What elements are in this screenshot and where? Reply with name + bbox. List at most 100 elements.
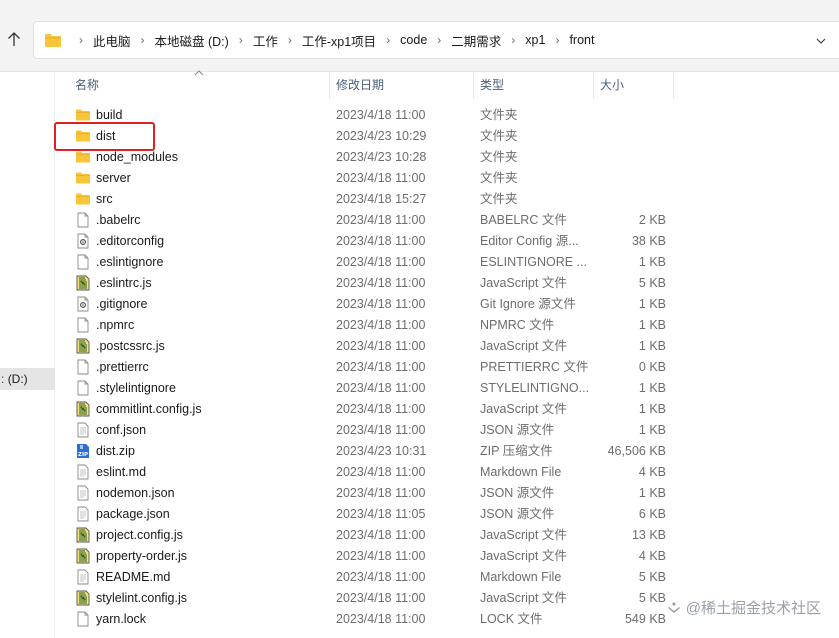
file-size: 5 KB — [638, 591, 666, 605]
column-type[interactable]: 类型 — [477, 72, 591, 99]
file-type: JavaScript 文件 — [480, 402, 567, 416]
file-row[interactable]: package.json 2023/4/18 11:05 JSON 源文件 6 KB — [56, 504, 839, 525]
chevron-right-icon: › — [437, 33, 442, 47]
column-divider[interactable] — [593, 72, 594, 99]
file-date-modified: 2023/4/18 11:00 — [336, 276, 426, 290]
breadcrumb-this-pc[interactable]: 此电脑 — [90, 31, 134, 50]
file-row[interactable]: .gitignore 2023/4/18 11:00 Git Ignore 源文件 1… — [56, 294, 839, 315]
file-type: BABELRC 文件 — [480, 213, 567, 227]
file-row[interactable]: commitlint.config.js 2023/4/18 11:00 JavaS… — [56, 399, 839, 420]
file-row[interactable]: conf.json 2023/4/18 11:00 JSON 源文件 1 KB — [56, 420, 839, 441]
column-divider[interactable] — [473, 72, 474, 99]
file-type: 文件夹 — [480, 129, 518, 143]
file-size: 1 KB — [638, 255, 666, 269]
breadcrumb-work[interactable]: 工作 — [250, 31, 281, 50]
file-row[interactable]: property-order.js 2023/4/18 11:00 JavaScri… — [56, 546, 839, 567]
file-date-modified: 2023/4/18 11:05 — [336, 507, 426, 521]
breadcrumb-xp1[interactable]: xp1 — [522, 33, 548, 47]
address-bar[interactable]: › 此电脑 › 本地磁盘 (D:) › 工作 › 工作-xp1项目 › code… — [33, 21, 839, 59]
file-size: 2 KB — [638, 213, 666, 227]
file-row[interactable]: .prettierrc 2023/4/18 11:00 PRETTIERRC 文件 0… — [56, 357, 839, 378]
file-type: Editor Config 源... — [480, 234, 579, 248]
file-name: stylelint.config.js — [96, 591, 188, 605]
file-date-modified: 2023/4/18 11:00 — [336, 213, 426, 227]
config-file-icon — [75, 296, 91, 312]
file-date-modified: 2023/4/18 11:00 — [336, 528, 426, 542]
file-type: 文件夹 — [480, 192, 518, 206]
file-size: 46,506 KB — [607, 444, 666, 458]
file-row[interactable]: server 2023/4/18 11:00 文件夹 — [56, 168, 839, 189]
chevron-down-icon[interactable] — [815, 35, 827, 47]
file-date-modified: 2023/4/18 11:00 — [336, 486, 426, 500]
js-file-icon — [75, 275, 91, 291]
breadcrumb-phase2[interactable]: 二期需求 — [448, 31, 504, 50]
column-size[interactable]: 大小 — [597, 72, 671, 99]
file-size: 4 KB — [638, 549, 666, 563]
file-row[interactable]: .npmrc 2023/4/18 11:00 NPMRC 文件 1 KB — [56, 315, 839, 336]
file-row[interactable]: dist 2023/4/23 10:29 文件夹 — [56, 126, 839, 147]
juejin-logo-icon — [667, 601, 680, 613]
file-type: JavaScript 文件 — [480, 276, 567, 290]
file-date-modified: 2023/4/18 11:00 — [336, 234, 426, 248]
file-type: JSON 源文件 — [480, 423, 555, 437]
column-header: 名称 修改日期 类型 大小 — [56, 70, 839, 99]
file-name: dist — [96, 129, 116, 143]
file-row[interactable]: .babelrc 2023/4/18 11:00 BABELRC 文件 2 KB — [56, 210, 839, 231]
file-row[interactable]: project.config.js 2023/4/18 11:00 JavaScri… — [56, 525, 839, 546]
nav-item-drive-d[interactable]: : (D:) — [0, 368, 55, 390]
file-row[interactable]: eslint.md 2023/4/18 11:00 Markdown File 4 K… — [56, 462, 839, 483]
file-name: property-order.js — [96, 549, 188, 563]
file-row[interactable]: .postcssrc.js 2023/4/18 11:00 JavaScript 文… — [56, 336, 839, 357]
file-row[interactable]: src 2023/4/18 15:27 文件夹 — [56, 189, 839, 210]
file-date-modified: 2023/4/18 11:00 — [336, 612, 426, 626]
file-type: 文件夹 — [480, 108, 518, 122]
file-row[interactable]: node_modules 2023/4/23 10:28 文件夹 — [56, 147, 839, 168]
file-type: JavaScript 文件 — [480, 549, 567, 563]
file-size: 4 KB — [638, 465, 666, 479]
config-file-icon — [75, 233, 91, 249]
column-divider[interactable] — [673, 72, 674, 99]
file-name: src — [96, 192, 113, 206]
file-row[interactable]: .editorconfig 2023/4/18 11:00 Editor Confi… — [56, 231, 839, 252]
text-file-icon — [75, 506, 91, 522]
file-name: .editorconfig — [96, 234, 165, 248]
blank-file-icon — [75, 611, 91, 627]
file-date-modified: 2023/4/18 11:00 — [336, 381, 426, 395]
file-list: build 2023/4/18 11:00 文件夹 dist 2023/4/23 10:… — [56, 105, 839, 630]
watermark-text: @稀土掘金技术社区 — [685, 600, 821, 617]
file-row[interactable]: .eslintignore 2023/4/18 11:00 ESLINTIGNORE… — [56, 252, 839, 273]
column-divider[interactable] — [329, 72, 330, 99]
address-toolbar: › 此电脑 › 本地磁盘 (D:) › 工作 › 工作-xp1项目 › code… — [0, 0, 839, 72]
file-size: 1 KB — [638, 486, 666, 500]
file-type: JSON 源文件 — [480, 507, 555, 521]
file-size: 38 KB — [631, 234, 666, 248]
file-name: conf.json — [96, 423, 147, 437]
nav-item-label: (D:) — [7, 372, 28, 386]
file-row[interactable]: ZIP dist.zip 2023/4/23 10:31 ZIP 压缩文件 46,506… — [56, 441, 839, 462]
file-size: 0 KB — [638, 360, 666, 374]
file-row[interactable]: .stylelintignore 2023/4/18 11:00 STYLELINT… — [56, 378, 839, 399]
file-row[interactable]: README.md 2023/4/18 11:00 Markdown File 5 K… — [56, 567, 839, 588]
file-type: ZIP 压缩文件 — [480, 444, 553, 458]
chevron-right-icon: › — [386, 33, 391, 47]
blank-file-icon — [75, 359, 91, 375]
breadcrumb-code[interactable]: code — [397, 33, 430, 47]
file-size: 549 KB — [624, 612, 666, 626]
file-name: .npmrc — [96, 318, 135, 332]
column-date-modified[interactable]: 修改日期 — [333, 72, 473, 99]
up-button[interactable] — [4, 28, 24, 50]
file-row[interactable]: nodemon.json 2023/4/18 11:00 JSON 源文件 1 KB — [56, 483, 839, 504]
file-row[interactable]: build 2023/4/18 11:00 文件夹 — [56, 105, 839, 126]
folder-icon — [44, 33, 62, 48]
text-file-icon — [75, 422, 91, 438]
file-date-modified: 2023/4/18 11:00 — [336, 465, 426, 479]
breadcrumb-front[interactable]: front — [566, 33, 597, 47]
breadcrumb-project[interactable]: 工作-xp1项目 — [299, 31, 379, 50]
file-size: 6 KB — [638, 507, 666, 521]
file-size: 1 KB — [638, 297, 666, 311]
file-type: JavaScript 文件 — [480, 339, 567, 353]
breadcrumb-local-disk[interactable]: 本地磁盘 (D:) — [152, 31, 232, 50]
file-row[interactable]: .eslintrc.js 2023/4/18 11:00 JavaScript 文件… — [56, 273, 839, 294]
column-name[interactable]: 名称 — [72, 72, 326, 99]
js-file-icon — [75, 590, 91, 606]
